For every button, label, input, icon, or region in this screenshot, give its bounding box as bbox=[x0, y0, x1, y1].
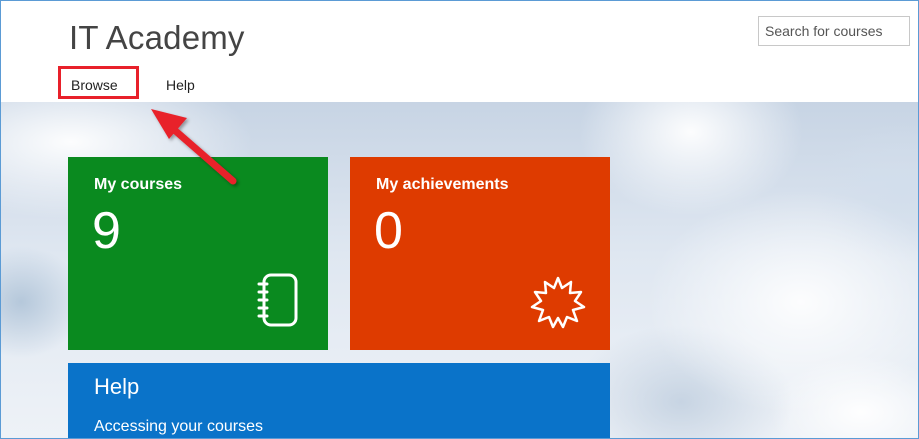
my-courses-tile[interactable]: My courses 9 bbox=[68, 157, 328, 350]
nav-help-link[interactable]: Help bbox=[166, 77, 195, 93]
accessing-courses-link[interactable]: Accessing your courses bbox=[94, 418, 263, 436]
help-tile-title: Help bbox=[94, 374, 140, 399]
starburst-badge-icon bbox=[530, 276, 586, 329]
my-achievements-label: My achievements bbox=[376, 176, 509, 193]
my-achievements-count: 0 bbox=[374, 202, 403, 260]
my-achievements-tile[interactable]: My achievements 0 bbox=[350, 157, 610, 350]
browser-page: IT Academy Search for courses Browse Hel… bbox=[0, 0, 919, 439]
page-title: IT Academy bbox=[69, 19, 245, 56]
my-courses-label: My courses bbox=[94, 176, 183, 193]
help-tile[interactable]: Help Accessing your courses bbox=[68, 363, 610, 438]
my-courses-count: 9 bbox=[92, 202, 121, 260]
notebook-icon bbox=[257, 273, 298, 327]
browse-highlight-box bbox=[58, 66, 139, 99]
search-input[interactable]: Search for courses bbox=[758, 16, 910, 46]
site-header: IT Academy Search for courses Browse Hel… bbox=[1, 1, 918, 102]
